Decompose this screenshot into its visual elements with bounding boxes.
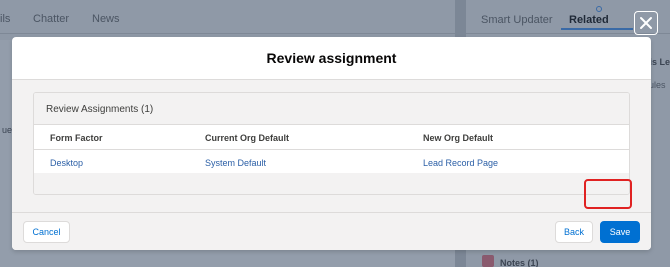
- cell-new-org-default: Lead Record Page: [423, 158, 499, 168]
- column-header-current-org-default: Current Org Default: [205, 133, 290, 143]
- cell-form-factor: Desktop: [50, 158, 84, 168]
- modal-footer: Cancel Back Save: [12, 212, 651, 250]
- notification-dot: [596, 6, 602, 12]
- background-snippet-notes: Notes (1): [500, 258, 539, 267]
- background-tab-news: News: [92, 13, 120, 25]
- column-header-new-org-default: New Org Default: [423, 133, 494, 143]
- modal-header: Review assignment: [12, 37, 651, 80]
- close-button[interactable]: [634, 11, 658, 35]
- save-button-highlight: [584, 179, 632, 209]
- back-button[interactable]: Back: [555, 221, 593, 243]
- background-tab-related: Related: [569, 14, 609, 26]
- background-tab-smart-updater: Smart Updater: [481, 14, 553, 26]
- active-tab-indicator: [561, 28, 633, 30]
- cancel-button[interactable]: Cancel: [23, 221, 70, 243]
- modal-body: Review Assignments (1) Form Factor Curre…: [12, 80, 651, 212]
- background-tab-chatter: Chatter: [33, 13, 70, 25]
- save-button[interactable]: Save: [600, 221, 640, 243]
- review-assignment-modal: Review assignment Review Assignments (1)…: [12, 37, 651, 250]
- card-header: Review Assignments (1): [34, 93, 629, 125]
- notes-icon: [482, 255, 494, 267]
- background-snippet: ue: [2, 125, 13, 135]
- background-tab-details: ils: [0, 13, 11, 25]
- table-divider: [34, 149, 629, 150]
- cell-current-org-default: System Default: [205, 158, 267, 168]
- background-tab-bar: ils Chatter News: [0, 0, 455, 34]
- review-assignments-card: Review Assignments (1) Form Factor Curre…: [33, 92, 630, 195]
- close-icon: [640, 17, 652, 29]
- card-title: Review Assignments (1): [46, 104, 154, 115]
- card-footer: [34, 173, 629, 194]
- column-header-form-factor: Form Factor: [50, 133, 103, 143]
- modal-title: Review assignment: [266, 50, 397, 66]
